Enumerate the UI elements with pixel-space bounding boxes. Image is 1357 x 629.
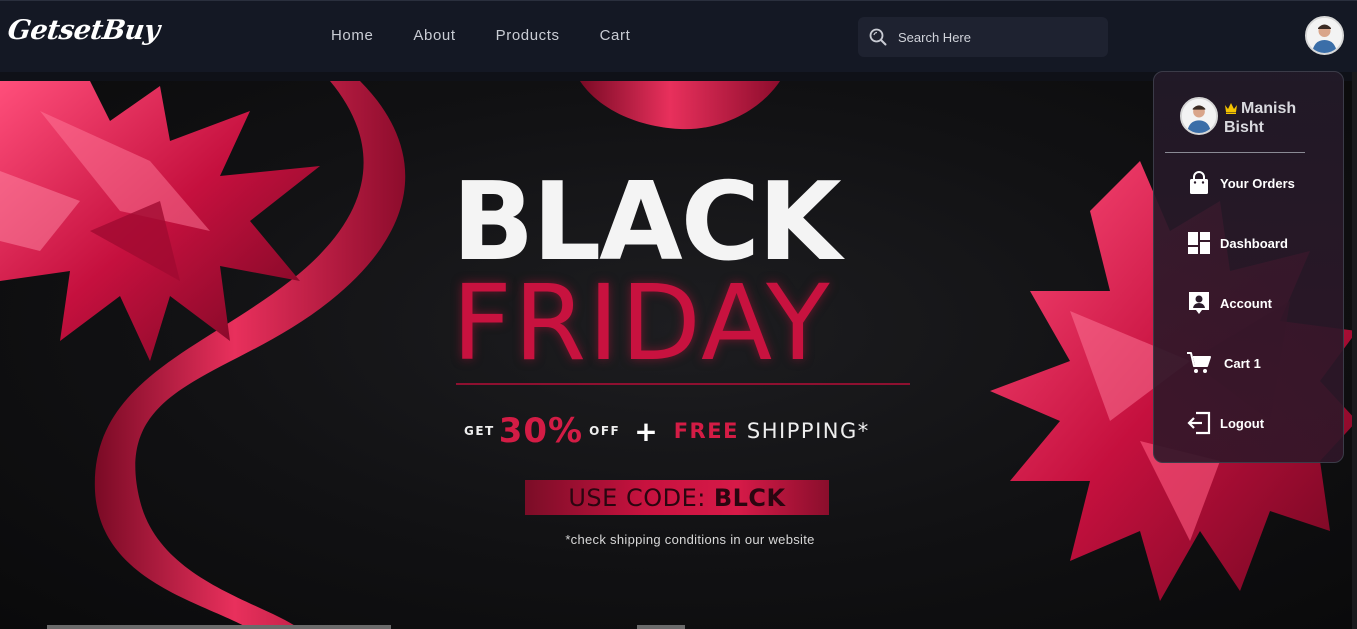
search-icon[interactable] [868,27,888,47]
logout-icon [1187,411,1211,435]
menu-item-cart[interactable]: Cart 1 [1186,350,1261,376]
avatar-icon [1182,99,1216,133]
menu-item-label: Account [1220,295,1272,311]
promo-code-value: BLCK [713,483,786,512]
cart-icon [1187,352,1211,373]
offer-get: GET [464,424,495,438]
offer-line: GET 30% OFF + FREE SHIPPING* [464,411,870,451]
nav-link-home[interactable]: Home [331,27,373,44]
account-icon [1189,292,1209,314]
menu-item-label: Cart 1 [1224,355,1261,371]
menu-item-label: Your Orders [1220,175,1295,191]
dropdown-user-header: Manish Bisht [1180,97,1332,137]
menu-item-logout[interactable]: Logout [1186,410,1264,436]
bottom-edge-bar [637,625,685,629]
menu-item-account[interactable]: Account [1186,290,1272,316]
nav-link-about[interactable]: About [413,27,455,44]
page: BLACK FRIDAY GET 30% OFF + FREE SHIPPING… [0,0,1357,629]
crown-icon [1225,103,1237,114]
user-dropdown-menu: Manish Bisht Your Orders Dashboard Accou… [1153,71,1344,463]
shipping-fineprint: *check shipping conditions in our websit… [565,532,815,547]
hero-title-friday: FRIDAY [452,262,832,384]
nav-link-cart[interactable]: Cart [600,27,631,44]
dropdown-user-name-wrap: Manish Bisht [1224,99,1332,137]
nav-link-products[interactable]: Products [496,27,560,44]
offer-plus: + [634,414,658,448]
hero-title-black: BLACK [452,160,842,285]
menu-item-label: Logout [1220,415,1265,431]
dropdown-avatar [1180,97,1218,135]
brand-logo[interactable]: GetsetBuy [6,15,162,46]
menu-item-dashboard[interactable]: Dashboard [1186,230,1288,256]
dropdown-separator [1165,152,1305,153]
promo-code-label: USE CODE: [568,483,706,512]
page-scrollbar[interactable] [1352,0,1357,629]
hero-divider [456,383,910,385]
top-navbar: GetsetBuy Home About Products Cart [0,0,1357,72]
bottom-edge-bar [47,625,391,629]
search-input[interactable] [898,29,1088,45]
offer-percent: 30% [498,411,584,451]
offer-free: FREE [673,419,739,443]
offer-shipping: SHIPPING* [746,419,870,443]
search-bar [858,17,1108,57]
menu-item-your-orders[interactable]: Your Orders [1186,170,1295,196]
nav-links: Home About Products Cart [331,27,670,44]
ribbon-decoration-top [580,81,780,130]
user-avatar-button[interactable] [1305,16,1344,55]
menu-item-label: Dashboard [1220,235,1288,251]
shopping-bag-icon [1190,171,1208,194]
avatar-icon [1307,18,1342,53]
promo-code-box: USE CODE: BLCK [525,480,829,515]
offer-off: OFF [589,424,621,438]
dashboard-icon [1188,232,1210,254]
